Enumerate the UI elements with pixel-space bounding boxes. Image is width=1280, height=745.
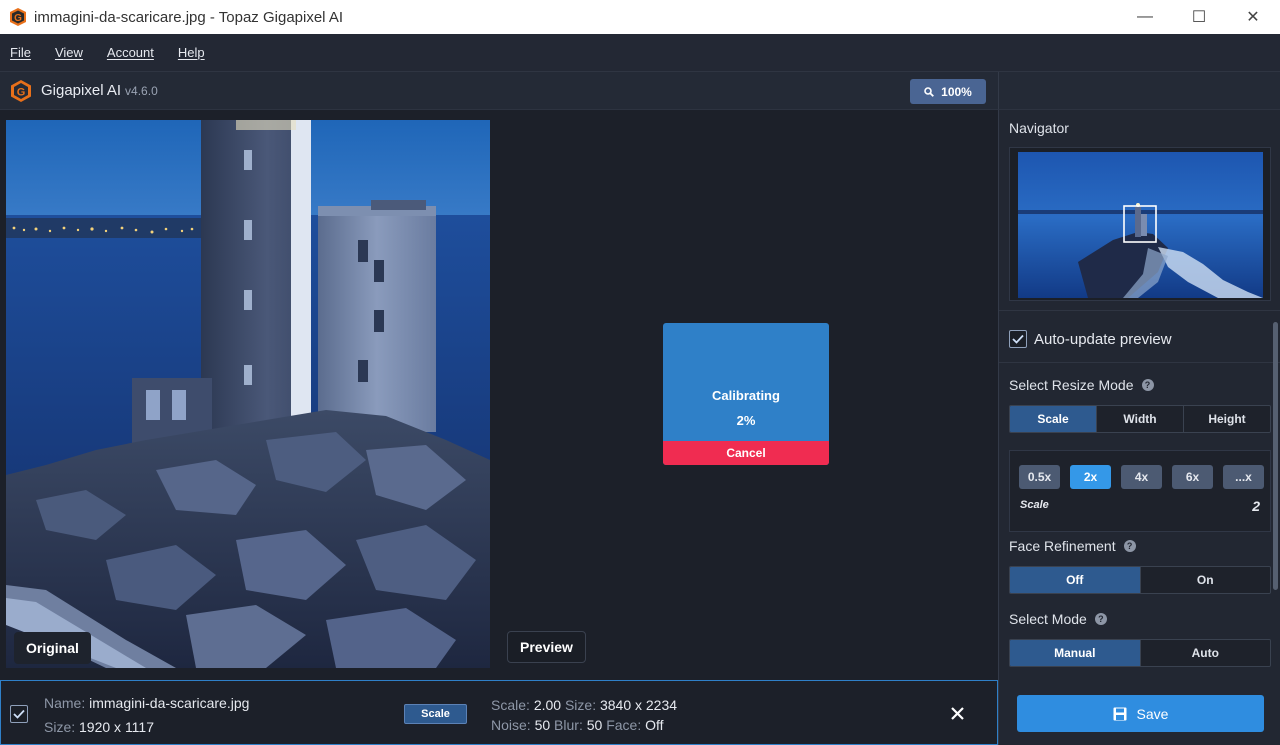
app-header: G Gigapixel AI v4.6.0 100%	[0, 72, 998, 110]
output-info-line1: Scale: 2.00 Size: 3840 x 2234	[491, 697, 677, 713]
calibrating-title: Calibrating	[712, 388, 780, 403]
image-canvas[interactable]: Original Preview Calibrating 2% Cancel	[0, 110, 998, 680]
output-info-line2: Noise: 50 Blur: 50 Face: Off	[491, 717, 664, 733]
gigapixel-logo-icon: G	[11, 79, 31, 102]
resize-mode-width[interactable]: Width	[1097, 406, 1184, 432]
menu-bar: File View Account Help	[0, 34, 1280, 72]
divider	[999, 362, 1280, 363]
divider	[999, 310, 1280, 311]
preview-button[interactable]: Preview	[507, 631, 586, 663]
scale-label: Scale	[1020, 499, 1049, 511]
menu-help[interactable]: Help	[178, 45, 205, 60]
resize-mode-title-text: Select Resize Mode	[1009, 377, 1134, 393]
calibrating-percent: 2%	[736, 413, 756, 428]
noise-key: Noise:	[491, 717, 531, 733]
select-mode-title-text: Select Mode	[1009, 611, 1087, 627]
app-version: v4.6.0	[125, 83, 158, 98]
search-icon	[924, 86, 935, 97]
remove-file-button[interactable]	[945, 701, 969, 725]
cancel-button[interactable]: Cancel	[663, 441, 829, 465]
maximize-button[interactable]: ☐	[1172, 0, 1226, 34]
original-image[interactable]	[6, 120, 490, 668]
select-mode-selector: Manual Auto	[1009, 639, 1271, 667]
resize-mode-selector: Scale Width Height	[1009, 405, 1271, 433]
face-refinement-off[interactable]: Off	[1010, 567, 1141, 593]
minimize-button[interactable]: —	[1118, 0, 1172, 34]
resize-mode-title: Select Resize Mode ?	[1009, 377, 1154, 393]
face-refinement-title-text: Face Refinement	[1009, 538, 1116, 554]
title-bar: G immagini-da-scaricare.jpg - Topaz Giga…	[0, 0, 1280, 34]
checkmark-icon	[1012, 334, 1024, 344]
file-size-key: Size:	[44, 719, 76, 735]
face-key: Face:	[606, 717, 642, 733]
file-row[interactable]: Name: immagini-da-scaricare.jpg Size: 19…	[0, 680, 998, 745]
scale-info: 2.00	[533, 697, 562, 713]
save-area: Save	[998, 680, 1280, 745]
close-icon	[950, 706, 964, 720]
app-name: Gigapixel AI	[41, 82, 122, 99]
blur-key: Blur:	[554, 717, 583, 733]
mode-tag: Scale	[404, 704, 467, 724]
mode-manual[interactable]: Manual	[1010, 640, 1141, 666]
file-size: Size: 1920 x 1117	[44, 719, 154, 735]
window-title: immagini-da-scaricare.jpg - Topaz Gigapi…	[34, 8, 344, 26]
scale-2x-button[interactable]: 2x	[1070, 465, 1111, 489]
zoom-level: 100%	[941, 84, 972, 99]
original-label: Original	[14, 632, 91, 664]
scale-box: 0.5x 2x 4x 6x ...x Scale 2	[1009, 450, 1271, 532]
file-size-value: 1920 x 1117	[79, 719, 155, 735]
settings-panel: Navigator Auto-update preview Select Res…	[998, 110, 1280, 680]
mode-auto[interactable]: Auto	[1140, 640, 1270, 666]
scale-custom-button[interactable]: ...x	[1223, 465, 1264, 489]
auto-update-label: Auto-update preview	[1034, 330, 1172, 348]
scale-0.5x-button[interactable]: 0.5x	[1019, 465, 1060, 489]
checkmark-icon	[13, 709, 25, 719]
app-logo-icon: G	[10, 8, 26, 26]
svg-text:G: G	[17, 86, 26, 98]
resize-mode-height[interactable]: Height	[1184, 406, 1270, 432]
svg-text:G: G	[14, 13, 22, 24]
navigator-title-text: Navigator	[1009, 120, 1069, 136]
navigator[interactable]	[1009, 147, 1271, 301]
menu-file[interactable]: File	[10, 45, 31, 60]
resize-mode-scale[interactable]: Scale	[1010, 406, 1097, 432]
lighthouse-photo	[6, 120, 490, 668]
save-button[interactable]: Save	[1017, 695, 1264, 732]
help-icon[interactable]: ?	[1123, 540, 1136, 552]
help-icon[interactable]: ?	[1141, 379, 1154, 391]
output-size: 3840 x 2234	[599, 697, 678, 713]
auto-update-preview[interactable]: Auto-update preview	[1009, 330, 1172, 348]
face-value: Off	[645, 717, 664, 733]
face-refinement-title: Face Refinement ?	[1009, 538, 1136, 554]
scale-4x-button[interactable]: 4x	[1121, 465, 1162, 489]
save-label: Save	[1136, 705, 1169, 722]
zoom-button[interactable]: 100%	[910, 79, 986, 104]
calibrating-dialog: Calibrating 2% Cancel	[663, 323, 829, 465]
file-name-value: immagini-da-scaricare.jpg	[89, 695, 250, 711]
file-checkbox[interactable]	[10, 705, 28, 723]
scale-value[interactable]: 2	[1252, 498, 1260, 514]
face-refinement-selector: Off On	[1009, 566, 1271, 594]
help-icon[interactable]: ?	[1094, 613, 1107, 625]
noise-value: 50	[534, 717, 551, 733]
navigator-title: Navigator	[1009, 120, 1069, 136]
close-window-button[interactable]: ✕	[1226, 0, 1280, 34]
scale-6x-button[interactable]: 6x	[1172, 465, 1213, 489]
panel-scrollbar[interactable]	[1273, 322, 1278, 590]
output-size-key: Size:	[564, 697, 597, 713]
navigator-thumbnail[interactable]	[1018, 152, 1263, 298]
menu-account[interactable]: Account	[107, 45, 154, 60]
scale-key: Scale:	[491, 697, 530, 713]
save-icon	[1113, 707, 1127, 720]
file-name: Name: immagini-da-scaricare.jpg	[44, 695, 249, 711]
blur-value: 50	[586, 717, 603, 733]
face-refinement-on[interactable]: On	[1140, 567, 1270, 593]
auto-update-checkbox[interactable]	[1009, 330, 1027, 348]
menu-view[interactable]: View	[55, 45, 83, 60]
file-name-key: Name:	[44, 695, 86, 711]
right-header	[998, 72, 1280, 110]
select-mode-title: Select Mode ?	[1009, 611, 1107, 627]
navigator-image	[1018, 152, 1263, 298]
